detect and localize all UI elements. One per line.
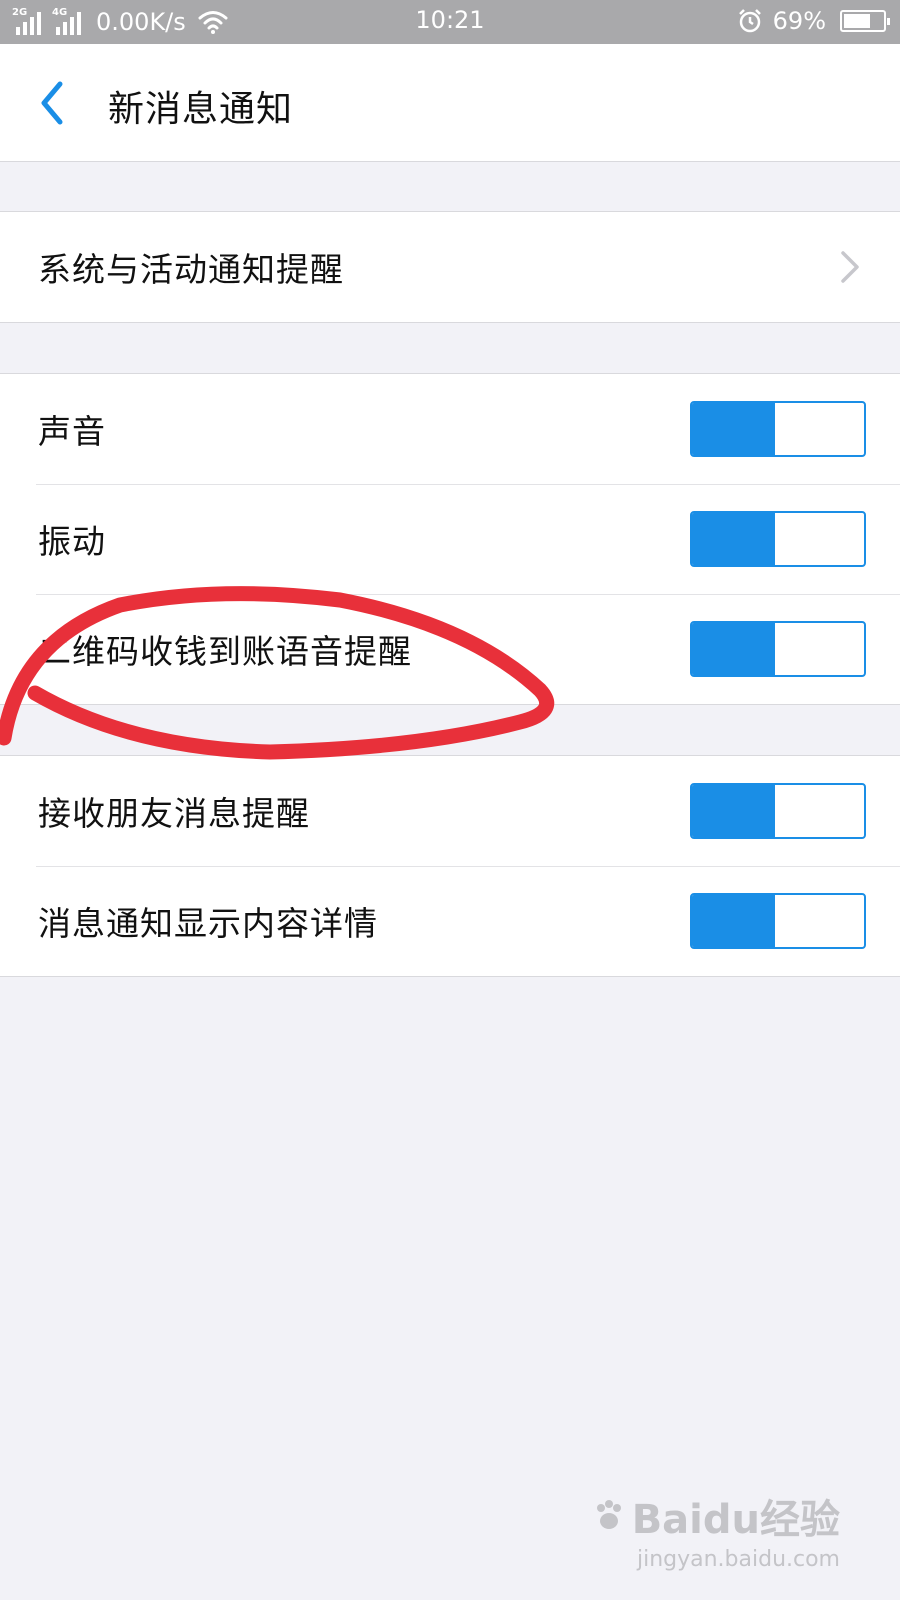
toggle-on-segment — [692, 513, 775, 565]
row-label: 二维码收钱到账语音提醒 — [38, 632, 412, 671]
settings-group-activity: 系统与活动通知提醒 — [0, 211, 900, 323]
page-title: 新消息通知 — [108, 89, 294, 130]
toggle-on-segment — [692, 403, 775, 455]
row-qr-payment-voice-reminder: 二维码收钱到账语音提醒 — [0, 594, 900, 704]
status-right: 69% — [737, 7, 890, 35]
friend-message-toggle[interactable] — [690, 783, 866, 839]
battery-percent: 69% — [772, 7, 826, 35]
sound-toggle[interactable] — [690, 401, 866, 457]
row-vibration: 振动 — [0, 484, 900, 594]
row-label: 接收朋友消息提醒 — [38, 794, 310, 833]
notification-details-toggle[interactable] — [690, 893, 866, 949]
row-sound: 声音 — [0, 374, 900, 484]
settings-screen: 2G 4G 0.00K/s 10:21 69% 新消息通知 系统与活动通知提醒 … — [0, 0, 900, 1600]
chevron-left-icon — [41, 81, 63, 125]
alarm-icon — [738, 9, 761, 33]
row-friend-message-reminder: 接收朋友消息提醒 — [0, 756, 900, 866]
row-label: 声音 — [38, 412, 106, 451]
baidu-watermark: Baidu经验 jingyan.baidu.com — [592, 1487, 840, 1572]
row-label: 系统与活动通知提醒 — [38, 250, 344, 289]
row-label: 振动 — [38, 522, 106, 561]
watermark-logo: Baidu经验 — [592, 1487, 840, 1545]
status-bar: 2G 4G 0.00K/s 10:21 69% — [0, 0, 900, 44]
qr-payment-voice-toggle[interactable] — [690, 621, 866, 677]
toggle-on-segment — [692, 623, 775, 675]
toggle-on-segment — [692, 785, 775, 837]
toggle-on-segment — [692, 895, 775, 947]
nav-bar: 新消息通知 — [0, 44, 900, 162]
row-show-notification-details: 消息通知显示内容详情 — [0, 866, 900, 976]
paw-icon — [596, 1500, 621, 1529]
vibration-toggle[interactable] — [690, 511, 866, 567]
settings-group-alerts: 声音 振动 二维码收钱到账语音提醒 — [0, 373, 900, 705]
row-label: 消息通知显示内容详情 — [38, 904, 378, 943]
row-system-activity-reminders[interactable]: 系统与活动通知提醒 — [0, 212, 900, 322]
watermark-text: Baidu经验 — [631, 1497, 840, 1543]
watermark-url: jingyan.baidu.com — [636, 1547, 840, 1572]
settings-group-messages: 接收朋友消息提醒 消息通知显示内容详情 — [0, 755, 900, 977]
back-button[interactable] — [30, 78, 80, 128]
battery-fill — [844, 14, 871, 28]
battery-icon — [840, 10, 890, 32]
chevron-right-icon — [841, 251, 859, 283]
